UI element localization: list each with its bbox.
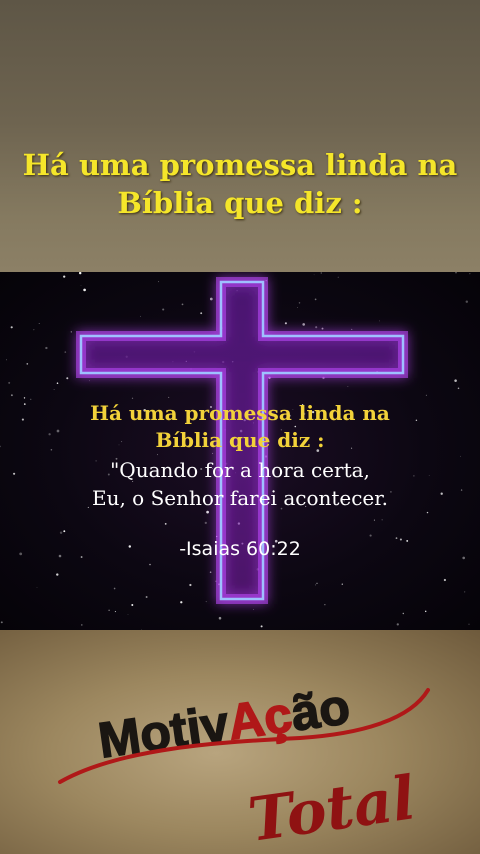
top-title-line-2: Bíblia que diz : [117, 186, 363, 220]
verse-heading-line-2: Bíblia que diz : [155, 428, 325, 452]
verse-quote-line-2: Eu, o Senhor farei acontecer. [91, 486, 388, 510]
verse-reference: -Isaias 60:22 [179, 538, 301, 560]
top-title: Há uma promessa linda na Bíblia que diz … [0, 146, 480, 222]
logo-word-part-1: Motiv [95, 695, 232, 769]
motivacao-total-logo: MotivAção Total [58, 677, 430, 854]
verse-heading-line-1: Há uma promessa linda na [90, 401, 390, 425]
logo-script-word: Total [244, 763, 419, 854]
top-title-line-1: Há uma promessa linda na [22, 148, 458, 182]
top-banner: Há uma promessa linda na Bíblia que diz … [0, 0, 480, 272]
logo-banner: MotivAção Total [0, 630, 480, 854]
video-frame: Há uma promessa linda na Bíblia que diz … [0, 0, 480, 854]
verse-quote: "Quando for a hora certa, Eu, o Senhor f… [0, 456, 480, 512]
verse-text-block: Há uma promessa linda na Bíblia que diz … [0, 400, 480, 560]
verse-quote-line-1: "Quando for a hora certa, [110, 458, 370, 482]
verse-card: Há uma promessa linda na Bíblia que diz … [0, 272, 480, 630]
verse-heading: Há uma promessa linda na Bíblia que diz … [0, 400, 480, 454]
